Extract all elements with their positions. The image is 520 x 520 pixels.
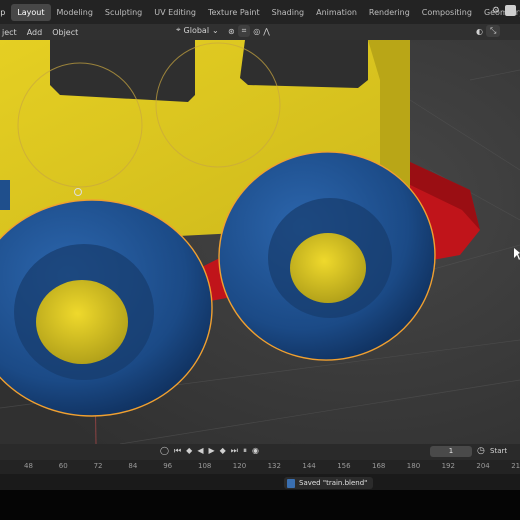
ruler-tick: 72 [93,462,103,470]
workspace-bar: lp LayoutModelingSculptingUV EditingText… [0,0,520,24]
play-icon[interactable]: ▶ [208,446,214,456]
auto-key-icon[interactable]: ◉ [252,446,259,456]
status-bar [0,490,520,520]
current-frame-field[interactable]: 1 [430,446,472,457]
orientation-value: Global [183,25,210,35]
next-keyframe-icon[interactable]: ◆ [220,446,226,456]
tab-shading[interactable]: Shading [266,4,311,21]
pivot-snap-tools: ⊛ ⌗ ◎ ⋀ [228,25,270,37]
tab-sculpting[interactable]: Sculpting [99,4,148,21]
proportional-icon[interactable]: ◎ [253,27,260,36]
ruler-tick: 180 [406,462,421,470]
ruler-tick: 156 [337,462,351,470]
tab-compositing[interactable]: Compositing [416,4,478,21]
menu-add[interactable]: Add [22,28,48,37]
viewport-scene [0,40,520,444]
jump-start-icon[interactable]: ⏮ [174,446,181,456]
prev-keyframe-icon[interactable]: ◆ [186,446,192,456]
window-left [50,40,195,102]
playback-controls: ◯ ⏮ ◆ ◀ ▶ ◆ ⏭ ⏸ ◉ [160,446,259,456]
ruler-tick: 144 [302,462,316,470]
ruler-tick: 216 [511,462,520,470]
tab-layout[interactable]: Layout [11,3,51,21]
ruler-tick: 204 [476,462,490,470]
tab-uv-editing[interactable]: UV Editing [148,4,202,21]
tab-rendering[interactable]: Rendering [363,4,416,21]
pivot-icon[interactable]: ⊛ [228,27,235,36]
tab-animation[interactable]: Animation [310,4,363,21]
overlay-tools: ◐ ⤡ [476,25,501,37]
tab-texture-paint[interactable]: Texture Paint [202,4,266,21]
clock-icon: ◷ [477,446,485,456]
start-label: Start [490,447,508,455]
menu-object-cut[interactable]: ject [0,28,22,37]
visibility-icon[interactable]: ◐ [476,27,483,36]
transform-orientation[interactable]: ⌖ Global ⌄ [176,25,219,35]
status-text: Saved "train.blend" [299,479,368,487]
chevron-down-icon: ⌄ [212,25,219,35]
workspace-tabs: Layout Modeling Sculpting UV Editing Texture… [11,3,520,21]
help-menu[interactable]: lp [0,8,11,17]
gizmo-icon[interactable]: ⤡ [485,25,501,37]
ruler-tick: 108 [198,462,212,470]
viewlayer-icon[interactable] [505,5,516,16]
ruler-tick: 96 [163,462,173,470]
hub-right[interactable] [290,233,366,303]
falloff-icon[interactable]: ⋀ [263,27,270,36]
frame-ruler[interactable]: 48 60 72 84 96 108 120 132 144 156 168 180 192 204 216 [0,460,520,474]
ruler-tick: 132 [267,462,281,470]
snap-icon[interactable]: ⌗ [237,25,251,37]
jump-end-icon[interactable]: ⏭ [231,446,238,456]
scene-icon[interactable]: ⚙ [492,6,500,16]
tab-modeling[interactable]: Modeling [51,4,99,21]
ruler-tick: 48 [24,462,33,470]
ruler-tick: 192 [441,462,455,470]
play-reverse-icon[interactable]: ◀ [197,446,203,456]
status-message: Saved "train.blend" [284,477,374,489]
menu-object[interactable]: Object [47,28,83,37]
window-right [240,40,368,88]
pause-icon[interactable]: ⏸ [243,446,247,456]
ruler-tick: 168 [372,462,386,470]
ruler-tick: 84 [128,462,138,470]
ruler-tick: 60 [58,462,68,470]
ruler-tick: 120 [232,462,247,470]
hub-left[interactable] [36,280,128,364]
orientation-icon: ⌖ [176,25,181,34]
3d-viewport[interactable] [0,40,520,444]
keyframe-icon[interactable]: ◯ [160,446,169,456]
timeline-strip [0,474,520,490]
info-icon [287,478,295,488]
